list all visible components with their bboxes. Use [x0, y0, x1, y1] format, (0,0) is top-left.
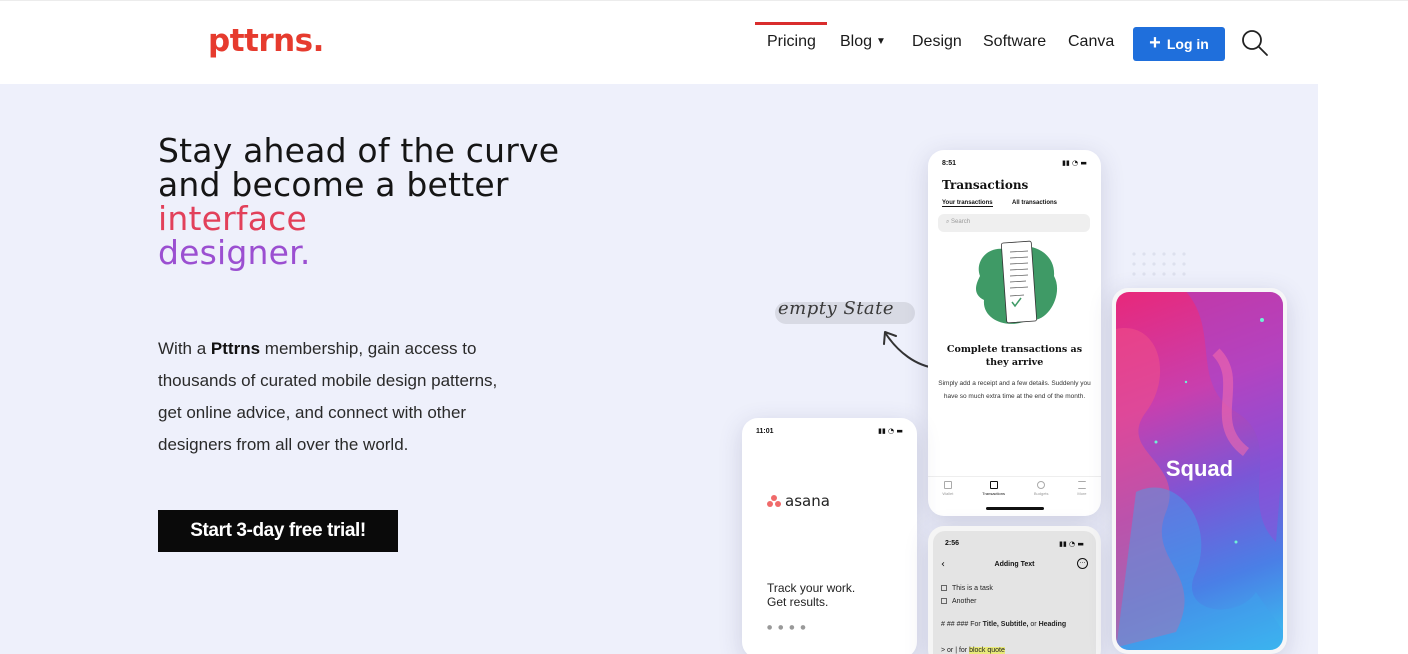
dot-pattern-decoration	[1132, 252, 1186, 276]
free-trial-button[interactable]: Start 3-day free trial!	[158, 510, 398, 552]
quote-hint: > or | for block quote	[941, 647, 1005, 654]
tab-label: Transactions	[982, 491, 1005, 496]
page-dots: ● ● ● ●	[767, 624, 808, 631]
tab-transactions: Transactions	[982, 481, 1005, 504]
phone-asana: 11:01 ▮▮ ◔ ▬ asana Track your work. Get …	[742, 418, 917, 654]
adding-text-screen: 2:56 ▮▮ ◔ ▬ ‹ Adding Text ··· This is a …	[933, 531, 1096, 654]
nav-blog[interactable]: Blog ▼	[840, 33, 886, 51]
heading-hint: # ## ### For Title, Subtitle, or Heading	[941, 619, 1091, 630]
tab-your-transactions: Your transactions	[942, 200, 993, 207]
tab-all-transactions: All transactions	[1012, 200, 1058, 206]
chevron-down-icon: ▼	[876, 36, 886, 47]
budget-icon	[1037, 481, 1046, 489]
more-icon: ···	[1077, 558, 1088, 569]
bottom-tab-bar: Wallet Transactions Budgets More	[928, 476, 1101, 504]
tab-budgets: Budgets	[1034, 481, 1049, 504]
receipt-icon	[989, 481, 998, 489]
task-row: Another	[941, 598, 977, 605]
site-header: pttrns. Pricing Blog ▼ Design Software Ca…	[0, 0, 1408, 84]
nav-pricing[interactable]: Pricing	[767, 33, 816, 51]
quote-highlight: block quote	[969, 647, 1005, 654]
receipt-illustration	[976, 240, 1058, 324]
phone-squad: Squad	[1112, 288, 1287, 654]
plus-icon: +	[1149, 32, 1161, 54]
task-row: This is a task	[941, 585, 993, 592]
headline-accent-designer: designer.	[158, 233, 311, 272]
desc-post: membership, gain access to thousands of …	[158, 339, 498, 454]
tab-label: Wallet	[942, 491, 954, 496]
site-logo[interactable]: pttrns.	[208, 23, 324, 59]
asana-wordmark: asana	[785, 492, 830, 510]
hero-headline: Stay ahead of the curve and become a bet…	[158, 134, 578, 270]
task-label: Another	[952, 598, 977, 605]
adding-text-title: Adding Text	[994, 561, 1035, 568]
wallet-icon	[943, 481, 952, 489]
nav-blog-label: Blog	[840, 33, 873, 50]
tab-label: More	[1077, 491, 1087, 496]
hint-mid: or	[1030, 621, 1037, 628]
asana-dots-icon	[767, 495, 781, 507]
status-icons: ▮▮ ◔ ▬	[1062, 159, 1087, 167]
phone-adding-text: 2:56 ▮▮ ◔ ▬ ‹ Adding Text ··· This is a …	[928, 526, 1101, 654]
hero-edge	[1318, 84, 1408, 654]
asana-tagline: Track your work. Get results.	[767, 581, 855, 609]
squad-splash: Squad	[1116, 292, 1283, 650]
empty-state-body: Simply add a receipt and a few details. …	[938, 380, 1091, 400]
login-label: Log in	[1166, 36, 1209, 52]
nav-canva[interactable]: Canva	[1068, 33, 1114, 51]
status-time: 2:56	[945, 540, 960, 547]
tab-more: More	[1077, 481, 1087, 504]
tagline-line-1: Track your work.	[767, 581, 856, 595]
hint-bold-1: Title, Subtitle,	[982, 621, 1029, 628]
search-icon[interactable]	[1240, 28, 1270, 58]
status-icons: ▮▮ ◔ ▬	[1059, 540, 1084, 548]
search-placeholder: Search	[951, 219, 971, 225]
hint-prefix: # ## ### For	[941, 621, 981, 628]
quote-prefix: > or | for	[941, 647, 968, 654]
tab-label: Budgets	[1033, 491, 1049, 496]
tagline-line-2: Get results.	[767, 595, 829, 609]
asana-logo: asana	[767, 492, 830, 510]
phone-transactions: 8:51 ▮▮ ◔ ▬ Transactions Your transactio…	[928, 150, 1101, 516]
nav-design[interactable]: Design	[912, 33, 962, 51]
desc-pre: With a	[158, 339, 207, 358]
checkbox-icon	[941, 585, 947, 591]
transactions-title: Transactions	[942, 178, 1029, 192]
empty-state-annotation: empty State	[778, 298, 895, 319]
status-time: 11:01	[756, 428, 774, 435]
headline-plain: Stay ahead of the curve and become a bet…	[158, 131, 560, 204]
checkbox-icon	[941, 598, 947, 604]
status-time: 8:51	[942, 160, 957, 167]
menu-icon	[1077, 481, 1086, 489]
desc-brand: Pttrns	[210, 339, 261, 358]
status-icons: ▮▮ ◔ ▬	[878, 427, 903, 435]
login-button[interactable]: + Log in	[1133, 27, 1225, 61]
home-indicator	[986, 507, 1044, 510]
squad-wordmark: Squad	[1165, 456, 1234, 481]
task-label: This is a task	[952, 585, 993, 592]
empty-state-title: Complete transactions as they arrive	[946, 344, 1083, 368]
transactions-search: ⌕ Search	[938, 214, 1090, 232]
nav-active-indicator	[755, 22, 827, 25]
hint-bold-2: Heading	[1038, 621, 1067, 628]
hero-description: With a Pttrns membership, gain access to…	[158, 333, 518, 461]
tab-wallet: Wallet	[942, 481, 953, 504]
nav-software[interactable]: Software	[983, 33, 1046, 51]
